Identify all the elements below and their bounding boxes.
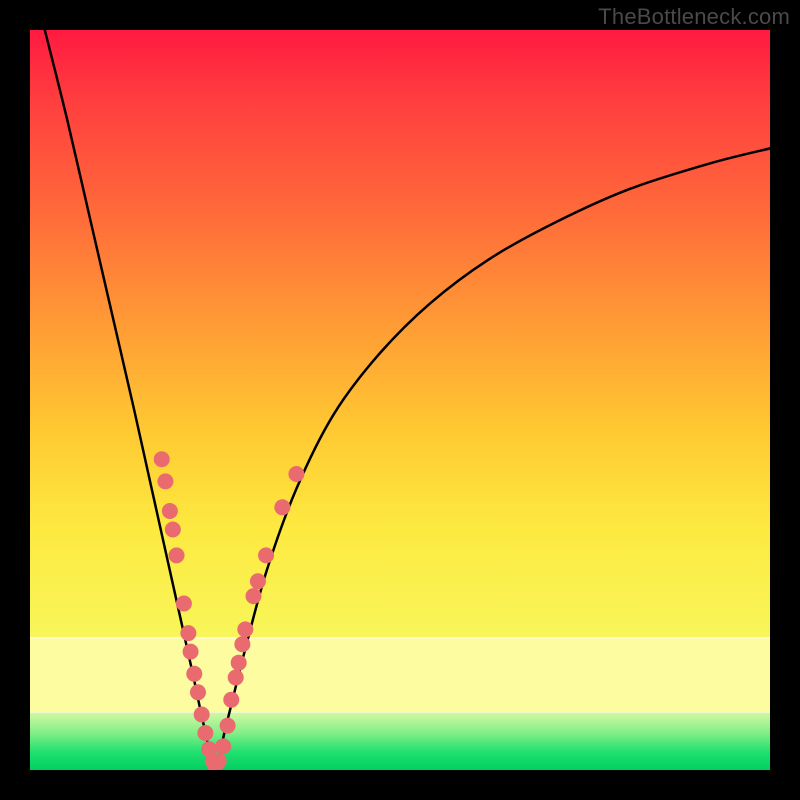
sample-point: [197, 725, 213, 741]
sample-point: [194, 707, 210, 723]
sample-point: [220, 718, 236, 734]
sample-point: [211, 753, 227, 769]
chart-frame: TheBottleneck.com: [0, 0, 800, 800]
sample-point: [190, 684, 206, 700]
plot-area: [30, 30, 770, 770]
sample-point: [154, 451, 170, 467]
sample-point: [250, 573, 266, 589]
sample-point: [169, 547, 185, 563]
chart-svg: [30, 30, 770, 770]
sample-point: [237, 621, 253, 637]
sample-point: [165, 522, 181, 538]
sample-point: [258, 547, 274, 563]
sample-point: [234, 636, 250, 652]
bottleneck-curve: [45, 30, 770, 766]
sample-points-group: [154, 451, 305, 770]
sample-point: [245, 588, 261, 604]
sample-point: [162, 503, 178, 519]
sample-point: [183, 644, 199, 660]
sample-point: [180, 625, 196, 641]
sample-point: [176, 596, 192, 612]
sample-point: [215, 738, 231, 754]
watermark-text: TheBottleneck.com: [598, 4, 790, 30]
sample-point: [223, 692, 239, 708]
sample-point: [186, 666, 202, 682]
sample-point: [228, 670, 244, 686]
sample-point: [274, 499, 290, 515]
sample-point: [157, 473, 173, 489]
sample-point: [231, 655, 247, 671]
sample-point: [288, 466, 304, 482]
